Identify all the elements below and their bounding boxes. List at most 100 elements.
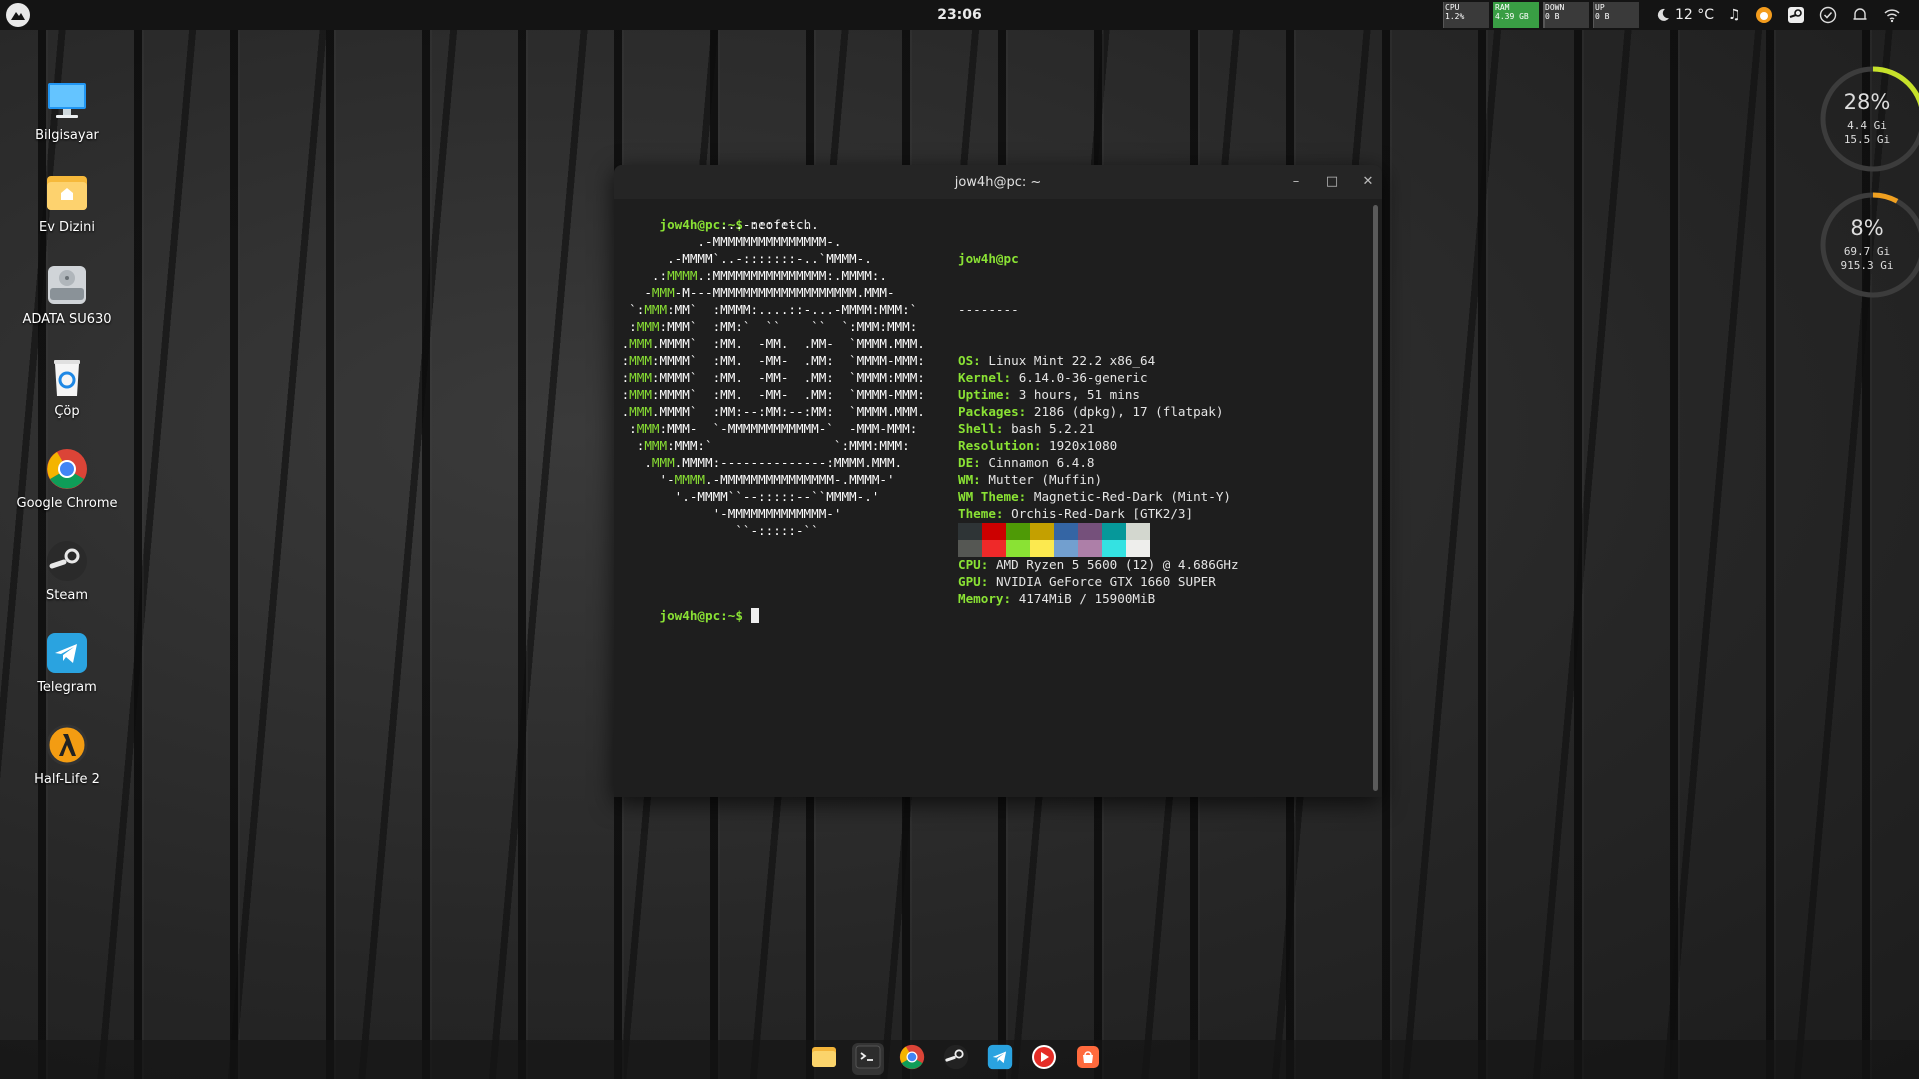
gauge-used: 4.4 Gi: [1847, 119, 1887, 132]
monitor-value: 4.39 GB: [1495, 12, 1529, 21]
desktop-icon-label: Bilgisayar: [35, 128, 99, 143]
dock-item-files[interactable]: [808, 1043, 840, 1075]
info-key: Resolution: [958, 438, 1034, 453]
desktop-icon-google-chrome[interactable]: Google Chrome: [12, 446, 122, 511]
play-icon: [1030, 1043, 1058, 1075]
info-key: Packages: [958, 404, 1019, 419]
info-value: Mutter (Muffin): [988, 472, 1103, 487]
monitor-fill: [1443, 2, 1444, 28]
bell-icon: [1853, 8, 1867, 20]
home-folder-icon: [44, 170, 90, 216]
desktop-icon-label: Half-Life 2: [34, 772, 100, 787]
info-key: Uptime: [958, 387, 1004, 402]
active-prompt-line[interactable]: jow4h@pc:~$: [614, 590, 759, 641]
palette-swatch: [1006, 523, 1030, 540]
desktop-icon-adata-su630[interactable]: ADATA SU630: [12, 262, 122, 327]
folder-icon: [810, 1043, 838, 1075]
terminal-output[interactable]: jow4h@pc:~$ neofetch ...-:::::-... .-MMM…: [614, 199, 1370, 797]
desktop-icon--p[interactable]: Çöp: [12, 354, 122, 419]
palette-swatch: [1006, 540, 1030, 557]
menu-button[interactable]: [6, 3, 30, 27]
desktop-icon-steam[interactable]: Steam: [12, 538, 122, 603]
weather-applet[interactable]: 12 °C: [1655, 7, 1714, 23]
palette-swatch: [1030, 540, 1054, 557]
updates-tray[interactable]: [1819, 6, 1837, 24]
info-line-packages: Packages: 2186 (dpkg), 17 (flatpak): [958, 404, 1224, 419]
monitor-name: CPU: [1445, 3, 1460, 12]
palette-swatch: [982, 540, 1006, 557]
dock-item-youtube-music[interactable]: [1028, 1043, 1060, 1075]
terminal-scrollbar[interactable]: [1373, 205, 1378, 791]
info-line-wm: WM: Mutter (Muffin): [958, 472, 1103, 487]
drive-icon: [44, 262, 90, 308]
desktop-icon-half-life-2[interactable]: Half-Life 2: [12, 722, 122, 787]
info-value: bash 5.2.21: [1011, 421, 1095, 436]
text-cursor: [750, 608, 759, 623]
monitor-name: RAM: [1495, 3, 1510, 12]
monitor-name: DOWN: [1545, 3, 1565, 12]
info-value: Linux Mint 22.2 x86_64: [988, 353, 1156, 368]
system-monitors[interactable]: CPU 1.2% RAM 4.39 GB DOWN 0 B UP 0 B: [1443, 2, 1639, 28]
info-value: 1920x1080: [1049, 438, 1118, 453]
notifications-tray[interactable]: [1851, 6, 1869, 24]
telegram-icon: [44, 630, 90, 676]
info-key: CPU: [958, 557, 981, 572]
chrome-icon: [898, 1043, 926, 1075]
wifi-icon: [1884, 9, 1900, 23]
info-line-memory: Memory: 4174MiB / 15900MiB: [958, 591, 1156, 606]
dock-item-store[interactable]: [1072, 1043, 1104, 1075]
ascii-line: .MMM.MMMM:--------------:MMMM.MMM.: [614, 455, 903, 470]
minimize-button[interactable]: –: [1287, 173, 1305, 191]
check-circle-icon: [1819, 6, 1836, 24]
color-palette: [958, 523, 1150, 557]
neofetch-ascii-logo: ...-:::::-... .-MMMMMMMMMMMMMMM-. .-MMMM…: [614, 216, 925, 539]
ascii-line: .-MMMMMMMMMMMMMMM-.: [614, 234, 842, 249]
ascii-line: ...-:::::-...: [614, 217, 819, 232]
dock-item-telegram[interactable]: [984, 1043, 1016, 1075]
monitor-ram[interactable]: RAM 4.39 GB: [1493, 2, 1539, 28]
desktop-icon-label: ADATA SU630: [22, 312, 112, 327]
wifi-tray[interactable]: [1883, 6, 1901, 24]
trash-icon: [44, 354, 90, 400]
terminal-window[interactable]: jow4h@pc: ~ – □ ✕ jow4h@pc:~$ neofetch .…: [614, 165, 1382, 797]
desktop-icon-bilgisayar[interactable]: Bilgisayar: [12, 78, 122, 143]
steam-icon: [942, 1043, 970, 1075]
maximize-icon: □: [1325, 174, 1339, 189]
dock-item-steam[interactable]: [940, 1043, 972, 1075]
monitor-name: UP: [1595, 3, 1605, 12]
info-value: AMD Ryzen 5 5600 (12) @ 4.686GHz: [995, 557, 1239, 572]
palette-swatch: [958, 540, 982, 557]
close-button[interactable]: ✕: [1359, 173, 1377, 191]
system-tray: 12 °C ♫: [1655, 0, 1901, 30]
app-tray-orange[interactable]: [1755, 6, 1773, 24]
info-value: 4174MiB / 15900MiB: [1018, 591, 1156, 606]
steam-icon: [44, 538, 90, 584]
dock-item-chrome[interactable]: [896, 1043, 928, 1075]
info-line-uptime: Uptime: 3 hours, 51 mins: [958, 387, 1141, 402]
desktop-icon-telegram[interactable]: Telegram: [12, 630, 122, 695]
terminal-titlebar[interactable]: jow4h@pc: ~ – □ ✕: [614, 165, 1382, 199]
user-host: jow4h@pc: [958, 251, 1019, 266]
ascii-line: :MMM:MMM:` `:MMM:MMM:: [614, 438, 910, 453]
info-line-os: OS: Linux Mint 22.2 x86_64: [958, 353, 1156, 368]
info-key: Shell: [958, 421, 996, 436]
half-life-icon: [44, 722, 90, 768]
desktop-icon-ev-dizini[interactable]: Ev Dizini: [12, 170, 122, 235]
info-key: Memory: [958, 591, 1004, 606]
dock-item-terminal[interactable]: [852, 1043, 884, 1075]
top-panel: 23:06 CPU 1.2% RAM 4.39 GB DOWN 0 B UP 0…: [0, 0, 1919, 30]
ascii-line: .MMM.MMMM` :MM:--:MM:--:MM: `MMMM.MMM.: [614, 404, 925, 419]
music-note-icon: ♫: [1728, 7, 1741, 23]
monitor-down[interactable]: DOWN 0 B: [1543, 2, 1589, 28]
minimize-icon: –: [1292, 174, 1300, 189]
info-line-gpu: GPU: NVIDIA GeForce GTX 1660 SUPER: [958, 574, 1216, 589]
monitor-up[interactable]: UP 0 B: [1593, 2, 1639, 28]
info-line-wm-theme: WM Theme: Magnetic-Red-Dark (Mint-Y): [958, 489, 1231, 504]
info-line-resolution: Resolution: 1920x1080: [958, 438, 1118, 453]
palette-swatch: [1126, 523, 1150, 540]
monitor-cpu[interactable]: CPU 1.2%: [1443, 2, 1489, 28]
music-tray[interactable]: ♫: [1728, 7, 1741, 23]
maximize-button[interactable]: □: [1323, 173, 1341, 191]
steam-tray[interactable]: [1787, 6, 1805, 24]
desktop-icon-label: Steam: [46, 588, 88, 603]
